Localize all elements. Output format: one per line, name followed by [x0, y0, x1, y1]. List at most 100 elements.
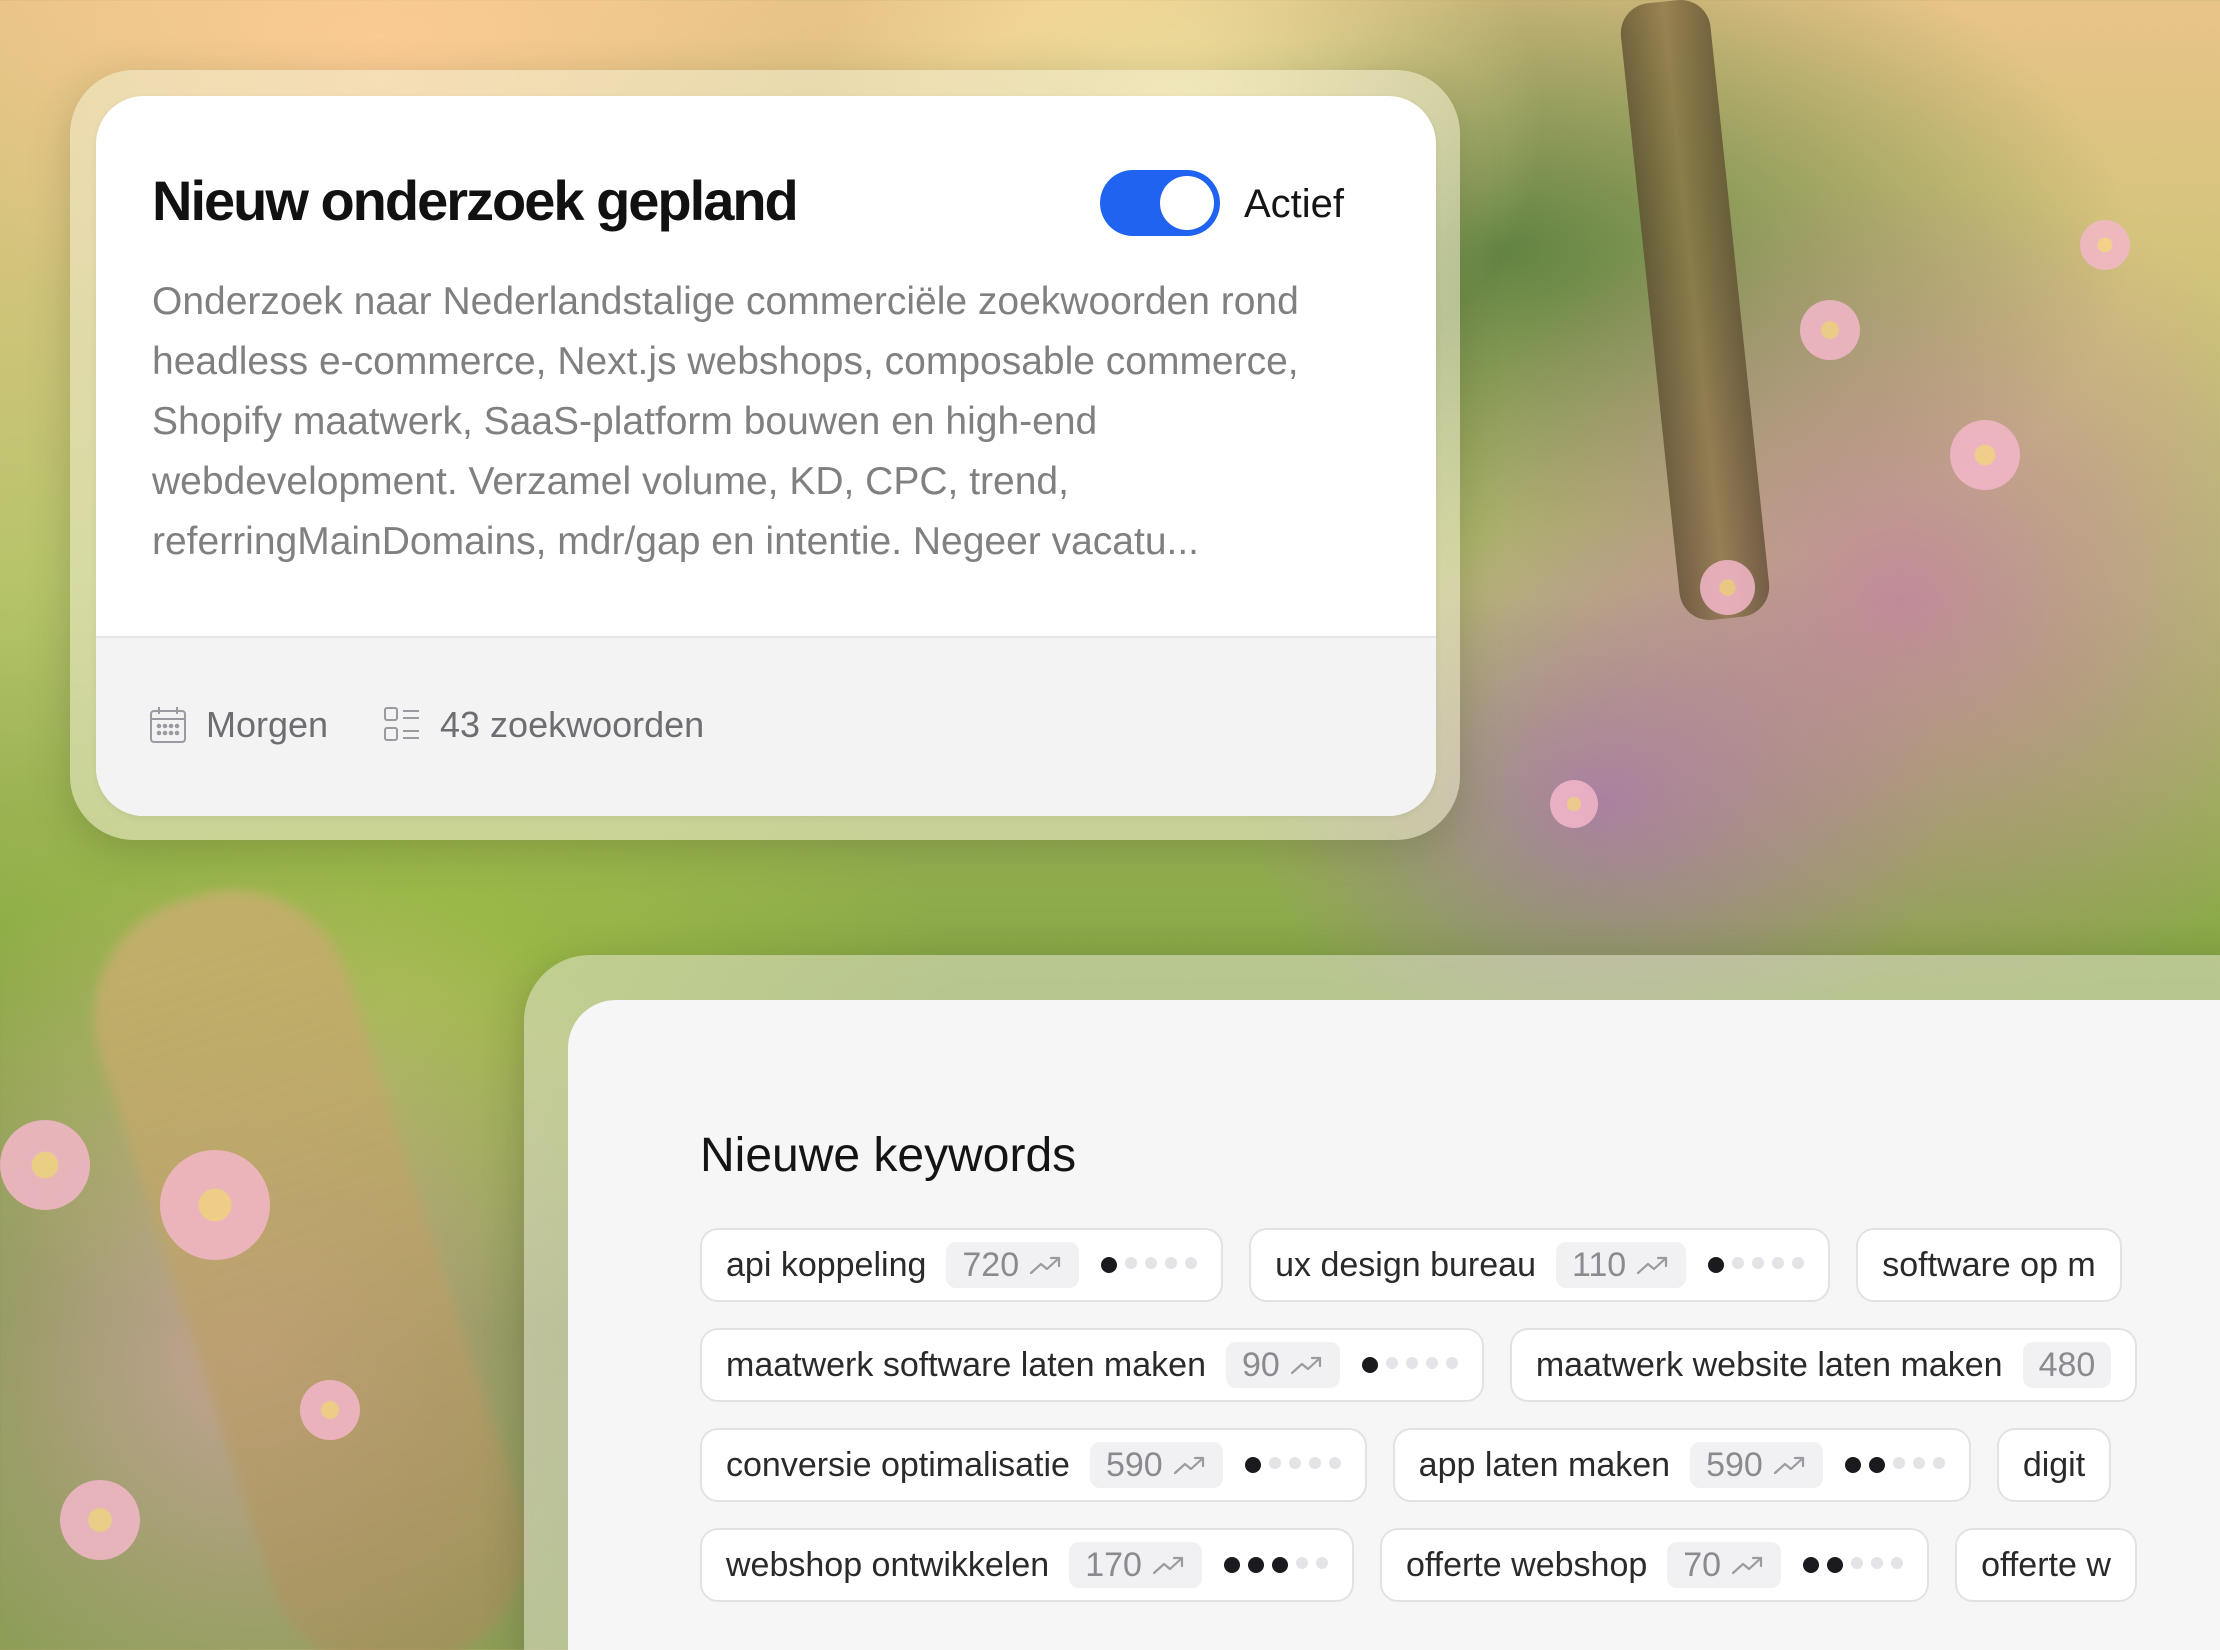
difficulty-dot [1827, 1557, 1844, 1573]
difficulty-dot [1912, 1457, 1925, 1469]
difficulty-dot [1425, 1357, 1438, 1369]
difficulty-dot [1315, 1557, 1328, 1569]
keyword-label: ux design bureau [1275, 1245, 1536, 1284]
flower [1950, 420, 2020, 490]
difficulty-dot [1185, 1257, 1198, 1269]
keyword-volume-value: 70 [1683, 1545, 1722, 1584]
keyword-chip[interactable]: api koppeling 720 [700, 1228, 1224, 1302]
schedule-meta: Morgen [148, 704, 328, 746]
difficulty-dot [1271, 1557, 1288, 1573]
keyword-volume-value: 90 [1241, 1345, 1280, 1384]
difficulty-dot [1244, 1457, 1261, 1473]
difficulty-dots [1844, 1457, 1945, 1473]
difficulty-dot [1247, 1557, 1264, 1573]
trend-up-icon [1731, 1553, 1765, 1577]
difficulty-dot [1125, 1257, 1138, 1269]
difficulty-dot [1223, 1557, 1240, 1573]
keyword-volume-value: 590 [1105, 1445, 1163, 1484]
keyword-row: maatwerk software laten maken 90 maatwerk … [700, 1328, 2138, 1402]
difficulty-dot [1732, 1257, 1745, 1269]
keyword-label: conversie optimalisatie [726, 1445, 1070, 1484]
difficulty-dots [1803, 1557, 1904, 1573]
flower [0, 1120, 90, 1210]
keyword-volume-value: 480 [2038, 1345, 2096, 1384]
difficulty-dot [1851, 1557, 1864, 1569]
calendar-icon [150, 707, 186, 743]
keyword-label: maatwerk software laten maken [726, 1345, 1206, 1384]
keyword-volume-value: 170 [1085, 1545, 1142, 1584]
task-title: Nieuw onderzoek gepland [152, 169, 799, 232]
difficulty-dot [1932, 1457, 1945, 1469]
keyword-chip[interactable]: maatwerk website laten maken 480 [1509, 1328, 2138, 1402]
keyword-label: app laten maken [1418, 1445, 1671, 1484]
difficulty-dots [1101, 1257, 1198, 1273]
keyword-row: webshop ontwikkelen 170 offerte webshop 70 o… [700, 1528, 2137, 1602]
trend-up-icon [1636, 1253, 1670, 1277]
keyword-chip[interactable]: ux design bureau 110 [1249, 1228, 1831, 1302]
difficulty-dot [1268, 1457, 1281, 1469]
keyword-chip[interactable]: webshop ontwikkelen 170 [700, 1528, 1354, 1602]
difficulty-dot [1165, 1257, 1178, 1269]
list-icon [384, 707, 419, 741]
flower [60, 1480, 140, 1560]
flower [1800, 300, 1860, 360]
keyword-volume-value: 110 [1572, 1245, 1627, 1284]
flower [1700, 560, 1755, 615]
active-toggle[interactable] [1100, 170, 1220, 236]
difficulty-dot [1295, 1557, 1308, 1569]
difficulty-dots [1361, 1357, 1458, 1373]
keyword-count-meta: 43 zoekwoorden [382, 704, 704, 746]
difficulty-dot [1328, 1457, 1341, 1469]
task-description: Onderzoek naar Nederlandstalige commerci… [152, 280, 1299, 563]
keyword-row: api koppeling 720 ux design bureau 110 softw… [700, 1228, 2122, 1302]
keyword-volume-value: 720 [962, 1245, 1020, 1284]
difficulty-dot [1308, 1457, 1321, 1469]
keyword-label: software op m [1882, 1245, 2096, 1284]
flower [1550, 780, 1598, 828]
keyword-volume-value: 590 [1706, 1445, 1763, 1484]
keywords-card: Nieuwe keywords api koppeling 720 ux desig… [568, 1000, 2220, 1650]
keywords-title: Nieuwe keywords [700, 1129, 1077, 1182]
keyword-count-label: 43 zoekwoorden [440, 704, 705, 745]
keyword-volume: 720 [946, 1242, 1080, 1288]
difficulty-dot [1868, 1457, 1885, 1473]
keyword-chip[interactable]: software op m [1856, 1228, 2122, 1302]
keyword-chip[interactable]: offerte webshop 70 [1379, 1528, 1930, 1602]
keyword-label: offerte webshop [1405, 1545, 1648, 1584]
difficulty-dot [1405, 1357, 1418, 1369]
trend-up-icon [1773, 1453, 1807, 1477]
trend-up-icon [1173, 1453, 1207, 1477]
keyword-chip[interactable]: app laten maken 590 [1392, 1428, 1971, 1502]
flower [160, 1150, 270, 1260]
keyword-label: api koppeling [726, 1245, 927, 1284]
toggle-label: Actief [1244, 182, 1345, 226]
keyword-chip[interactable]: offerte w [1955, 1528, 2137, 1602]
difficulty-dot [1145, 1257, 1158, 1269]
keyword-label: webshop ontwikkelen [726, 1545, 1050, 1584]
keyword-volume: 110 [1556, 1242, 1687, 1288]
difficulty-dot [1361, 1357, 1378, 1373]
difficulty-dot [1708, 1257, 1725, 1273]
keyword-volume: 70 [1667, 1542, 1782, 1588]
difficulty-dot [1772, 1257, 1785, 1269]
difficulty-dots [1708, 1257, 1805, 1273]
keyword-label: maatwerk website laten maken [1535, 1345, 2003, 1384]
keyword-label: digit [2022, 1445, 2086, 1484]
keyword-chip[interactable]: conversie optimalisatie 590 [700, 1428, 1367, 1502]
keyword-chip[interactable]: digit [1996, 1428, 2112, 1502]
difficulty-dots [1223, 1557, 1328, 1573]
difficulty-dot [1891, 1557, 1904, 1569]
difficulty-dot [1101, 1257, 1118, 1273]
task-card[interactable]: Nieuw onderzoek gepland Actief Onderzoek… [96, 96, 1436, 816]
trend-up-icon [1152, 1553, 1186, 1577]
keyword-volume: 590 [1690, 1442, 1823, 1488]
keyword-chip[interactable]: maatwerk software laten maken 90 [700, 1328, 1484, 1402]
keyword-volume: 590 [1089, 1442, 1223, 1488]
difficulty-dots [1244, 1457, 1341, 1473]
keyword-volume: 170 [1069, 1542, 1202, 1588]
keyword-volume: 90 [1225, 1342, 1340, 1388]
schedule-label: Morgen [206, 704, 329, 745]
difficulty-dot [1892, 1457, 1905, 1469]
flower [300, 1380, 360, 1440]
tree-trunk [1617, 0, 1773, 624]
